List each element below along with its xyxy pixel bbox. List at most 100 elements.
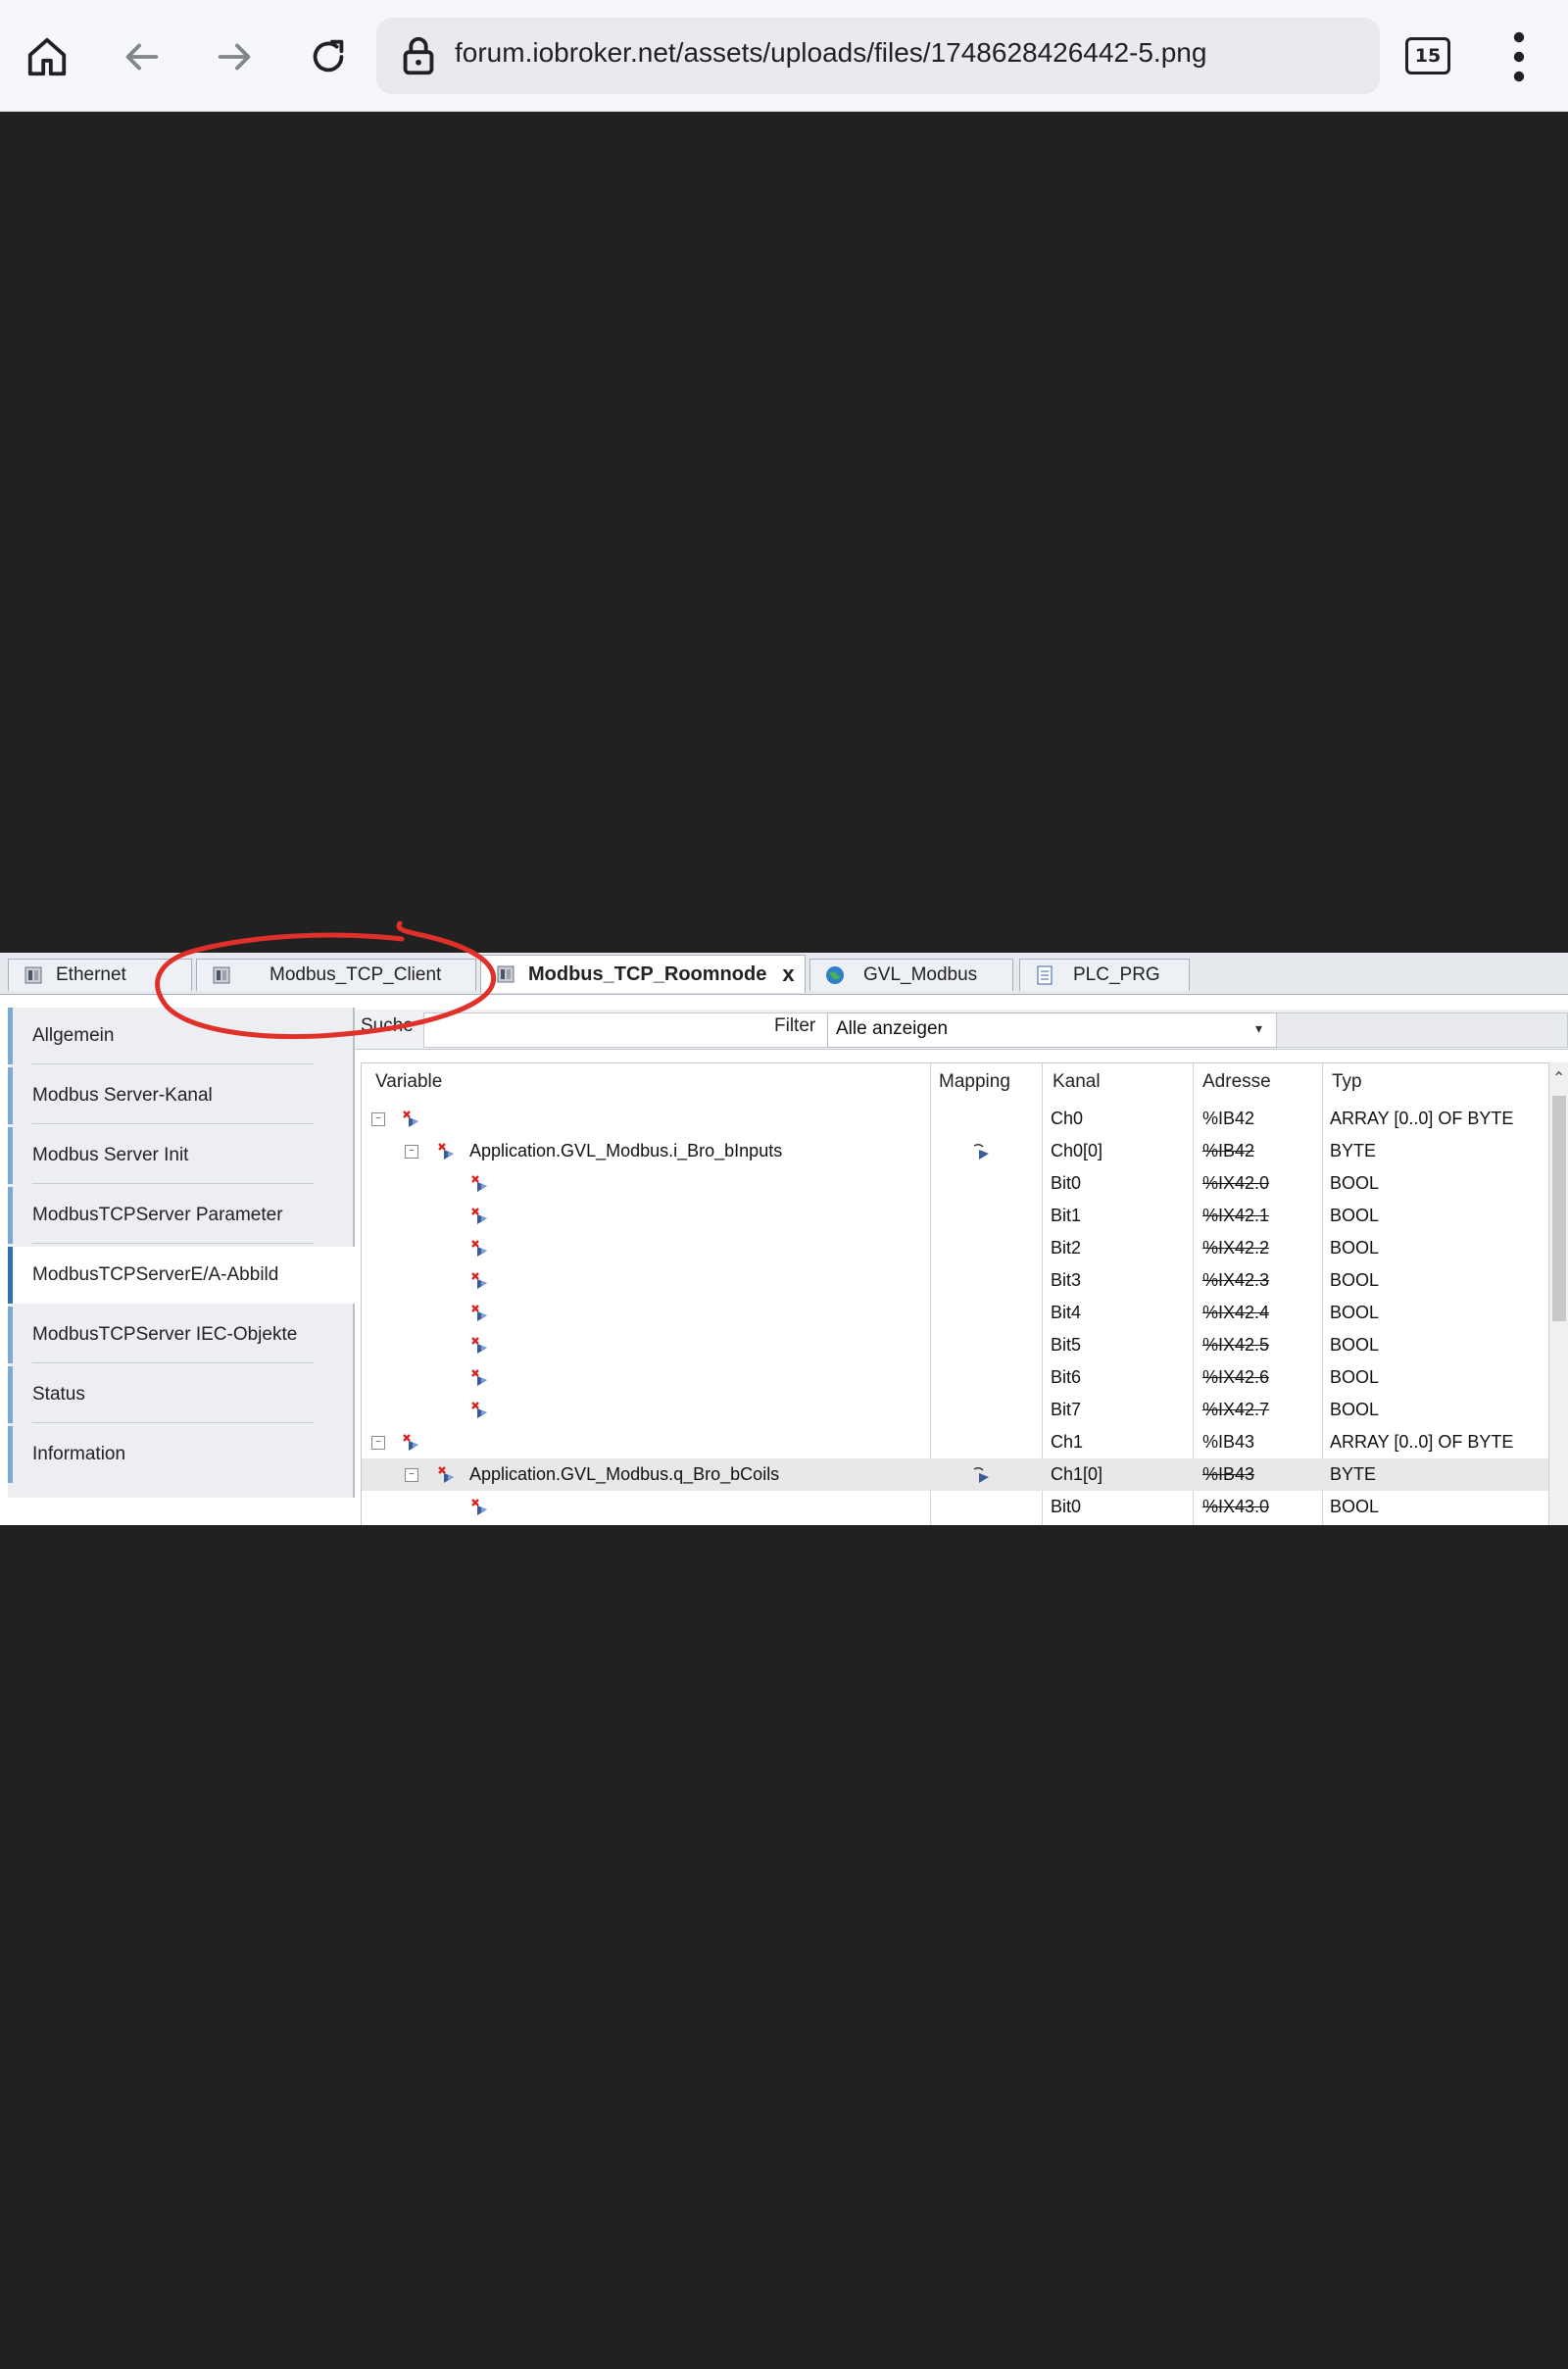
table-row[interactable]: Bit2 %IX42.2 BOOL bbox=[362, 1232, 1549, 1264]
cell-typ: BOOL bbox=[1330, 1497, 1380, 1516]
address-bar[interactable]: forum.iobroker.net/assets/uploads/files/… bbox=[376, 18, 1380, 94]
collapse-toggle-icon[interactable]: − bbox=[405, 1468, 418, 1482]
sidebar-item-server-parameter[interactable]: ModbusTCPServer Parameter bbox=[8, 1187, 353, 1244]
table-row[interactable]: Bit6 %IX42.6 BOOL bbox=[362, 1361, 1549, 1394]
vertical-scrollbar[interactable]: ⌃ bbox=[1548, 1062, 1568, 1525]
browser-toolbar: forum.iobroker.net/assets/uploads/files/… bbox=[0, 0, 1568, 112]
cell-typ: BOOL bbox=[1330, 1270, 1380, 1290]
cell-adresse: %IB43 bbox=[1202, 1464, 1255, 1484]
sidebar-item-information[interactable]: Information bbox=[8, 1426, 353, 1483]
cell-adresse: %IX42.4 bbox=[1202, 1303, 1270, 1322]
variable-channel-icon bbox=[436, 1464, 458, 1486]
collapse-toggle-icon[interactable]: − bbox=[371, 1436, 385, 1450]
cell-adresse: %IX42.2 bbox=[1202, 1238, 1270, 1258]
cell-typ: BOOL bbox=[1330, 1206, 1380, 1225]
table-row[interactable]: Bit4 %IX42.4 BOOL bbox=[362, 1297, 1549, 1329]
table-row[interactable]: Bit7 %IX42.7 BOOL bbox=[362, 1394, 1549, 1426]
cell-typ: BYTE bbox=[1330, 1141, 1377, 1160]
tab-modbus-tcp-roomnode[interactable]: Modbus_TCP_Roomnode x bbox=[480, 955, 806, 993]
table-row[interactable]: Bit5 %IX42.5 BOOL bbox=[362, 1329, 1549, 1361]
mapping-icon bbox=[971, 1141, 993, 1162]
filter-label: Filter bbox=[774, 1015, 816, 1036]
cell-kanal: Ch1 bbox=[1051, 1432, 1084, 1452]
scrollbar-thumb[interactable] bbox=[1552, 1096, 1566, 1321]
column-header-variable[interactable]: Variable bbox=[375, 1071, 442, 1093]
cell-typ: BYTE bbox=[1330, 1464, 1377, 1484]
filter-select[interactable]: Alle anzeigen ▾ bbox=[827, 1012, 1278, 1048]
variable-channel-icon bbox=[401, 1109, 422, 1130]
cell-adresse: %IX42.0 bbox=[1202, 1173, 1270, 1193]
variable-channel-icon bbox=[469, 1303, 491, 1324]
variable-channel-icon bbox=[436, 1141, 458, 1162]
device-editor-sidebar: Allgemein Modbus Server-Kanal Modbus Ser… bbox=[8, 1008, 363, 1498]
table-row[interactable]: − Ch0 %IB42 ARRAY [0..0] OF BYTE bbox=[362, 1103, 1549, 1135]
lock-icon bbox=[403, 36, 434, 75]
sidebar-item-modbus-server-kanal[interactable]: Modbus Server-Kanal bbox=[8, 1067, 353, 1124]
table-row[interactable]: Bit1 %IX42.1 BOOL bbox=[362, 1200, 1549, 1232]
dropdown-arrow-icon: ▾ bbox=[1255, 1020, 1263, 1036]
cell-typ: BOOL bbox=[1330, 1367, 1380, 1387]
cell-kanal: Bit0 bbox=[1051, 1173, 1082, 1193]
cell-adresse: %IX43.0 bbox=[1202, 1497, 1270, 1516]
table-row[interactable]: Bit3 %IX42.3 BOOL bbox=[362, 1264, 1549, 1297]
filter-bar: Suche Filter Alle anzeigen ▾ bbox=[355, 1010, 1568, 1050]
table-header: Variable Mapping Kanal Adresse Typ bbox=[362, 1063, 1549, 1103]
table-row[interactable]: Bit0 %IX43.0 BOOL bbox=[362, 1491, 1549, 1523]
cell-kanal: Ch0[0] bbox=[1051, 1141, 1103, 1160]
filter-value: Alle anzeigen bbox=[836, 1018, 949, 1039]
cell-kanal: Bit2 bbox=[1051, 1238, 1082, 1258]
variable-channel-icon bbox=[469, 1400, 491, 1421]
sidebar-item-status[interactable]: Status bbox=[8, 1366, 353, 1423]
column-header-adresse[interactable]: Adresse bbox=[1202, 1071, 1271, 1093]
red-annotation-circle-icon bbox=[155, 921, 497, 1039]
globe-icon bbox=[826, 966, 844, 984]
sidebar-item-modbus-server-init[interactable]: Modbus Server Init bbox=[8, 1127, 353, 1184]
forward-button[interactable] bbox=[204, 25, 267, 88]
sidebar-item-iec-objekte[interactable]: ModbusTCPServer IEC-Objekte bbox=[8, 1307, 353, 1363]
table-row[interactable]: − Application.GVL_Modbus.i_Bro_bInputs Ch0… bbox=[362, 1135, 1549, 1167]
variable-channel-icon bbox=[469, 1173, 491, 1195]
io-mapping-table: Variable Mapping Kanal Adresse Typ − Ch0%… bbox=[361, 1062, 1549, 1525]
cell-typ: BOOL bbox=[1330, 1238, 1380, 1258]
cell-adresse: %IB42 bbox=[1202, 1141, 1255, 1160]
home-button[interactable] bbox=[16, 25, 78, 88]
cell-kanal: Bit7 bbox=[1051, 1400, 1082, 1419]
cell-typ: BOOL bbox=[1330, 1335, 1380, 1355]
column-header-mapping[interactable]: Mapping bbox=[939, 1071, 1010, 1093]
tab-label: Modbus_TCP_Roomnode bbox=[528, 962, 767, 985]
device-icon bbox=[24, 966, 42, 984]
table-row[interactable]: − Application.GVL_Modbus.q_Bro_bCoils Ch1[… bbox=[362, 1458, 1549, 1491]
sidebar-item-ea-abbild[interactable]: ModbusTCPServerE/A-Abbild bbox=[8, 1247, 363, 1304]
cell-adresse: %IX42.7 bbox=[1202, 1400, 1270, 1419]
table-row[interactable]: − Ch1 %IB43 ARRAY [0..0] OF BYTE bbox=[362, 1426, 1549, 1458]
tab-plc-prg[interactable]: PLC_PRG bbox=[1019, 959, 1190, 991]
variable-channel-icon bbox=[469, 1270, 491, 1292]
variable-channel-icon bbox=[469, 1335, 491, 1357]
variable-channel-icon bbox=[401, 1432, 422, 1454]
cell-kanal: Bit6 bbox=[1051, 1367, 1082, 1387]
more-menu-icon[interactable] bbox=[1499, 29, 1539, 84]
tab-label: PLC_PRG bbox=[1073, 964, 1160, 985]
variable-channel-icon bbox=[469, 1206, 491, 1227]
cell-kanal: Ch1[0] bbox=[1051, 1464, 1103, 1484]
variable-channel-icon bbox=[469, 1238, 491, 1259]
cell-kanal: Bit1 bbox=[1051, 1206, 1082, 1225]
cell-kanal: Ch0 bbox=[1051, 1109, 1084, 1128]
tab-switcher-button[interactable]: 15 bbox=[1405, 37, 1450, 74]
collapse-toggle-icon[interactable]: − bbox=[371, 1112, 385, 1126]
scroll-up-icon[interactable]: ⌃ bbox=[1552, 1068, 1565, 1088]
tab-gvl-modbus[interactable]: GVL_Modbus bbox=[809, 959, 1013, 991]
column-header-kanal[interactable]: Kanal bbox=[1053, 1071, 1101, 1093]
home-icon bbox=[27, 37, 67, 76]
reload-button[interactable] bbox=[297, 25, 360, 88]
cell-kanal: Bit3 bbox=[1051, 1270, 1082, 1290]
collapse-toggle-icon[interactable]: − bbox=[405, 1145, 418, 1159]
arrow-left-icon bbox=[125, 43, 159, 71]
close-tab-icon[interactable]: x bbox=[782, 962, 794, 987]
back-button[interactable] bbox=[110, 25, 172, 88]
table-row[interactable]: Bit0 %IX42.0 BOOL bbox=[362, 1167, 1549, 1200]
variable-channel-icon bbox=[469, 1497, 491, 1518]
cell-typ: BOOL bbox=[1330, 1400, 1380, 1419]
cell-typ: ARRAY [0..0] OF BYTE bbox=[1330, 1109, 1514, 1128]
column-header-typ[interactable]: Typ bbox=[1332, 1071, 1362, 1093]
